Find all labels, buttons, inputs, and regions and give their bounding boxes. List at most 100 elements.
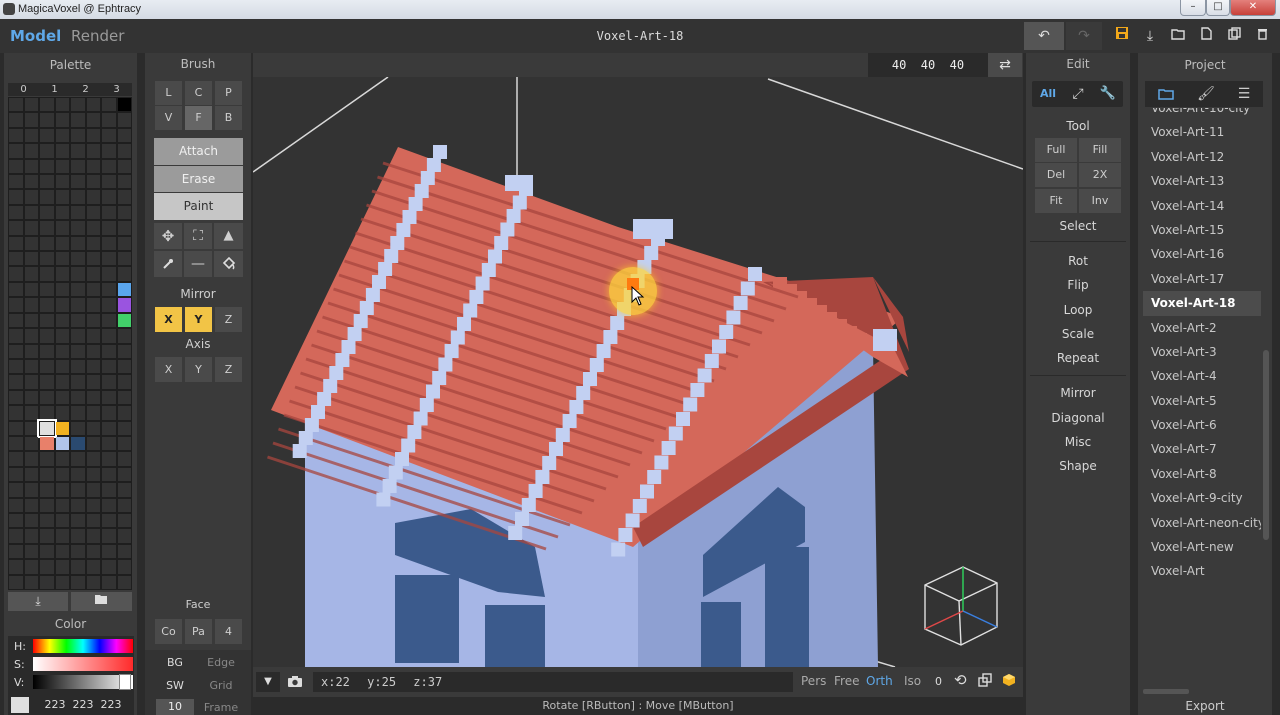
palette-cell[interactable]	[55, 190, 69, 204]
project-file-item[interactable]: Voxel-Art-17	[1143, 267, 1261, 291]
palette-cell[interactable]	[24, 375, 38, 389]
palette-cell[interactable]	[117, 113, 131, 127]
palette-cell[interactable]	[71, 359, 85, 374]
palette-cell[interactable]	[71, 344, 85, 358]
face-palette-button[interactable]: Pa	[185, 619, 212, 644]
palette-cell[interactable]	[71, 467, 85, 482]
palette-cell[interactable]	[117, 406, 131, 420]
frame-value-input[interactable]: 10	[156, 699, 194, 715]
close-button[interactable]: ✕	[1230, 0, 1276, 16]
palette-cell[interactable]	[40, 375, 54, 389]
palette-page-1[interactable]: 1	[39, 83, 70, 96]
palette-cell[interactable]	[71, 128, 85, 143]
palette-cell[interactable]	[40, 483, 54, 497]
save-icon[interactable]	[1108, 22, 1136, 50]
camera-icon[interactable]	[284, 672, 306, 692]
palette-cell[interactable]	[71, 144, 85, 158]
palette-cell[interactable]	[71, 98, 85, 112]
palette-cell[interactable]	[9, 128, 23, 143]
palette-cell[interactable]	[55, 560, 69, 574]
palette-cell[interactable]	[24, 252, 38, 266]
mirror-y-toggle[interactable]: Y	[185, 307, 212, 332]
palette-cell[interactable]	[102, 436, 116, 451]
export-button[interactable]: Export	[1143, 699, 1267, 713]
saturation-slider[interactable]	[33, 657, 133, 671]
palette-cell[interactable]	[40, 190, 54, 204]
palette-cell[interactable]	[102, 329, 116, 343]
palette-cell[interactable]	[117, 221, 131, 235]
palette-cell[interactable]	[86, 159, 100, 174]
palette-cell[interactable]	[9, 190, 23, 204]
palette-cell[interactable]	[55, 375, 69, 389]
palette-cell[interactable]	[9, 560, 23, 574]
palette-cell[interactable]	[9, 359, 23, 374]
duplicate-icon[interactable]	[1220, 22, 1248, 50]
project-file-item[interactable]: Voxel-Art-5	[1143, 389, 1261, 413]
palette-cell[interactable]	[24, 190, 38, 204]
brush-mode-l[interactable]: L	[155, 81, 182, 105]
orientation-cube[interactable]	[921, 563, 1003, 649]
palette-cell[interactable]	[40, 298, 54, 312]
palette-cell[interactable]	[24, 313, 38, 328]
palette-cell[interactable]	[24, 467, 38, 482]
palette-cell[interactable]	[9, 529, 23, 543]
new-icon[interactable]	[1192, 22, 1220, 50]
palette-cell[interactable]	[40, 236, 54, 251]
palette-cell[interactable]	[86, 406, 100, 420]
select-box-icon[interactable]: ⛶	[184, 223, 212, 249]
palette-cell[interactable]	[117, 313, 131, 328]
project-scrollbar[interactable]	[1263, 350, 1269, 540]
box-view-icon[interactable]	[1002, 673, 1016, 690]
palette-cell[interactable]	[71, 421, 85, 435]
palette-cell[interactable]	[86, 467, 100, 482]
palette-cell[interactable]	[102, 252, 116, 266]
palette-cell[interactable]	[9, 467, 23, 482]
repeat-button[interactable]: Repeat	[1026, 351, 1130, 365]
palette-page-0[interactable]: 0	[8, 83, 39, 96]
palette-cell[interactable]	[40, 329, 54, 343]
palette-cell[interactable]	[24, 483, 38, 497]
palette-cell[interactable]	[40, 529, 54, 543]
palette-cell[interactable]	[24, 298, 38, 312]
palette-cell[interactable]	[9, 313, 23, 328]
palette-cell[interactable]	[86, 359, 100, 374]
palette-cell[interactable]	[9, 390, 23, 405]
palette-cell[interactable]	[117, 421, 131, 435]
tool-inv-button[interactable]: Inv	[1079, 189, 1121, 213]
palette-cell[interactable]	[102, 98, 116, 112]
palette-cell[interactable]	[71, 175, 85, 189]
palette-cell[interactable]	[55, 313, 69, 328]
palette-cell[interactable]	[86, 205, 100, 220]
palette-cell[interactable]	[86, 236, 100, 251]
mirror-op-button[interactable]: Mirror	[1026, 386, 1130, 400]
color-rgb-values[interactable]: 223 223 223	[33, 698, 133, 711]
mirror-z-toggle[interactable]: Z	[215, 307, 242, 332]
palette-cell[interactable]	[71, 498, 85, 512]
palette-cell[interactable]	[55, 252, 69, 266]
undo-icon[interactable]: ↶	[1024, 22, 1064, 50]
palette-cell[interactable]	[102, 483, 116, 497]
palette-cell[interactable]	[102, 113, 116, 127]
palette-cell[interactable]	[102, 452, 116, 466]
palette-cell[interactable]	[117, 436, 131, 451]
select-button[interactable]: Select	[1026, 219, 1130, 233]
palette-cell[interactable]	[40, 282, 54, 297]
palette-cell[interactable]	[71, 436, 85, 451]
palette-cell[interactable]	[102, 190, 116, 204]
palette-cell[interactable]	[9, 98, 23, 112]
project-file-item[interactable]: Voxel-Art-15	[1143, 218, 1261, 242]
palette-cell[interactable]	[102, 467, 116, 482]
palette-cell[interactable]	[117, 375, 131, 389]
palette-cell[interactable]	[86, 560, 100, 574]
palette-cell[interactable]	[117, 175, 131, 189]
palette-cell[interactable]	[40, 436, 54, 451]
palette-cell[interactable]	[117, 98, 131, 112]
edit-tab-all[interactable]: All	[1034, 83, 1062, 105]
palette-cell[interactable]	[117, 236, 131, 251]
palette-cell[interactable]	[102, 298, 116, 312]
palette-cell[interactable]	[24, 282, 38, 297]
palette-cell[interactable]	[71, 452, 85, 466]
palette-cell[interactable]	[102, 359, 116, 374]
palette-cell[interactable]	[86, 144, 100, 158]
palette-cell[interactable]	[9, 205, 23, 220]
